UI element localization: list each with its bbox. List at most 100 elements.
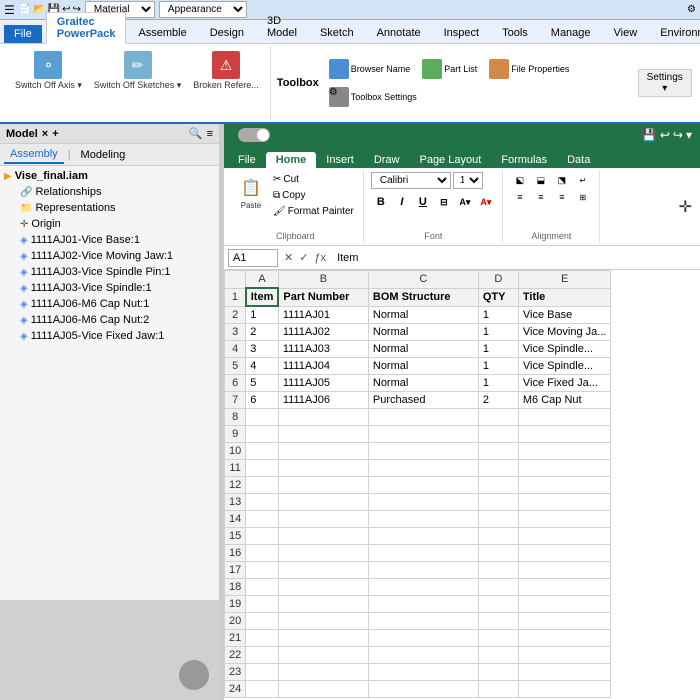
add-tab-btn[interactable]: + (52, 128, 58, 140)
cell-r22-c5[interactable] (518, 647, 611, 664)
bold-btn[interactable]: B (371, 193, 391, 211)
broken-ref-btn[interactable]: ⚠ Broken Refere... (188, 48, 264, 93)
confirm-formula-btn[interactable]: ✓ (297, 251, 310, 264)
align-right-btn[interactable]: ≡ (552, 189, 572, 205)
cell-r15-c3[interactable] (368, 528, 478, 545)
inspect-tab[interactable]: Inspect (433, 23, 490, 43)
cell-r4-c4[interactable]: 1 (478, 341, 518, 358)
cell-r22-c2[interactable] (278, 647, 368, 664)
cell-r3-c2[interactable]: 1111AJ02 (278, 324, 368, 341)
tree-component-4[interactable]: ◈ 1111AJ03-Vice Spindle:1 (16, 280, 219, 296)
tree-component-6[interactable]: ◈ 1111AJ06-M6 Cap Nut:2 (16, 312, 219, 328)
cell-r2-c5[interactable]: Vice Base (518, 306, 611, 324)
cell-r23-c2[interactable] (278, 664, 368, 681)
col-header-b[interactable]: B (278, 271, 368, 289)
col-header-e[interactable]: E (518, 271, 611, 289)
cell-r14-c5[interactable] (518, 511, 611, 528)
cell-r11-c2[interactable] (278, 460, 368, 477)
cell-r6-c4[interactable]: 1 (478, 375, 518, 392)
cell-r10-c3[interactable] (368, 443, 478, 460)
cell-r15-c2[interactable] (278, 528, 368, 545)
excel-page-layout-tab[interactable]: Page Layout (409, 152, 491, 168)
cell-r8-c4[interactable] (478, 409, 518, 426)
format-painter-btn[interactable]: 🖌 Format Painter (270, 204, 357, 219)
formula-input[interactable] (332, 249, 696, 267)
cell-r17-c1[interactable] (246, 562, 279, 579)
cell-r4-c5[interactable]: Vice Spindle... (518, 341, 611, 358)
cell-r11-c5[interactable] (518, 460, 611, 477)
switch-off-sketches-btn[interactable]: ✏ Switch Off Sketches ▾ (89, 48, 186, 94)
cell-r24-c2[interactable] (278, 681, 368, 698)
browser-name-btn[interactable]: Browser Name (325, 57, 415, 81)
3d-model-tab[interactable]: 3D Model (256, 11, 308, 43)
cell-r8-c5[interactable] (518, 409, 611, 426)
cell-r7-c2[interactable]: 1111AJ06 (278, 392, 368, 409)
cut-btn[interactable]: ✂ Cut (270, 172, 357, 187)
cell-r5-c2[interactable]: 1111AJ04 (278, 358, 368, 375)
annotate-tab[interactable]: Annotate (366, 23, 432, 43)
cell-r3-c4[interactable]: 1 (478, 324, 518, 341)
excel-data-tab[interactable]: Data (557, 152, 600, 168)
cell-r5-c4[interactable]: 1 (478, 358, 518, 375)
cell-r13-c1[interactable] (246, 494, 279, 511)
cell-r11-c4[interactable] (478, 460, 518, 477)
cell-r24-c4[interactable] (478, 681, 518, 698)
cell-r16-c4[interactable] (478, 545, 518, 562)
cell-r16-c1[interactable] (246, 545, 279, 562)
cell-r1-c5[interactable]: Title (518, 288, 611, 306)
cell-r12-c3[interactable] (368, 477, 478, 494)
cell-r16-c3[interactable] (368, 545, 478, 562)
cell-r16-c5[interactable] (518, 545, 611, 562)
cell-r23-c5[interactable] (518, 664, 611, 681)
cell-r18-c5[interactable] (518, 579, 611, 596)
tree-relationships[interactable]: 🔗 Relationships (16, 184, 219, 200)
cell-r17-c4[interactable] (478, 562, 518, 579)
cell-r15-c1[interactable] (246, 528, 279, 545)
cell-r22-c1[interactable] (246, 647, 279, 664)
cell-r22-c4[interactable] (478, 647, 518, 664)
cell-r18-c3[interactable] (368, 579, 478, 596)
cell-r13-c4[interactable] (478, 494, 518, 511)
new-icon[interactable]: 📄 (19, 4, 31, 15)
font-name-select[interactable]: Calibri (371, 172, 451, 189)
cell-r9-c5[interactable] (518, 426, 611, 443)
cell-r21-c1[interactable] (246, 630, 279, 647)
cell-r9-c4[interactable] (478, 426, 518, 443)
excel-file-tab[interactable]: File (228, 152, 266, 168)
cell-r9-c1[interactable] (246, 426, 279, 443)
cell-r7-c3[interactable]: Purchased (368, 392, 478, 409)
cell-r18-c1[interactable] (246, 579, 279, 596)
cell-r24-c5[interactable] (518, 681, 611, 698)
col-header-a[interactable]: A (246, 271, 279, 289)
align-center-btn[interactable]: ≡ (531, 189, 551, 205)
modeling-tab[interactable]: Modeling (75, 147, 132, 163)
merge-btn[interactable]: ⊞ (573, 189, 593, 205)
model-tab-label[interactable]: Model (6, 128, 38, 140)
save-icon-xl[interactable]: 💾 (642, 128, 657, 142)
cell-r4-c3[interactable]: Normal (368, 341, 478, 358)
cell-r10-c2[interactable] (278, 443, 368, 460)
cell-r15-c5[interactable] (518, 528, 611, 545)
align-top-right-btn[interactable]: ⬔ (552, 172, 572, 188)
cell-r19-c2[interactable] (278, 596, 368, 613)
fill-color-btn[interactable]: A▾ (455, 193, 475, 211)
cell-r20-c3[interactable] (368, 613, 478, 630)
cell-r20-c5[interactable] (518, 613, 611, 630)
wrap-text-btn[interactable]: ↵ (573, 172, 593, 188)
cell-r10-c5[interactable] (518, 443, 611, 460)
cell-r3-c5[interactable]: Vice Moving Ja... (518, 324, 611, 341)
more-icon-xl[interactable]: ▾ (686, 128, 692, 142)
switch-off-axis-btn[interactable]: ⚬ Switch Off Axis ▾ (10, 48, 87, 94)
cell-r19-c4[interactable] (478, 596, 518, 613)
tree-component-5[interactable]: ◈ 1111AJ06-M6 Cap Nut:1 (16, 296, 219, 312)
cell-r24-c1[interactable] (246, 681, 279, 698)
cell-r14-c3[interactable] (368, 511, 478, 528)
cell-r10-c1[interactable] (246, 443, 279, 460)
cell-r9-c2[interactable] (278, 426, 368, 443)
settings-dropdown-btn[interactable]: Settings ▾ (638, 69, 693, 97)
redo-icon-xl[interactable]: ↪ (673, 128, 683, 142)
cell-reference-input[interactable] (228, 249, 278, 267)
cell-r7-c5[interactable]: M6 Cap Nut (518, 392, 611, 409)
tools-tab[interactable]: Tools (491, 23, 539, 43)
view-tab[interactable]: View (603, 23, 649, 43)
